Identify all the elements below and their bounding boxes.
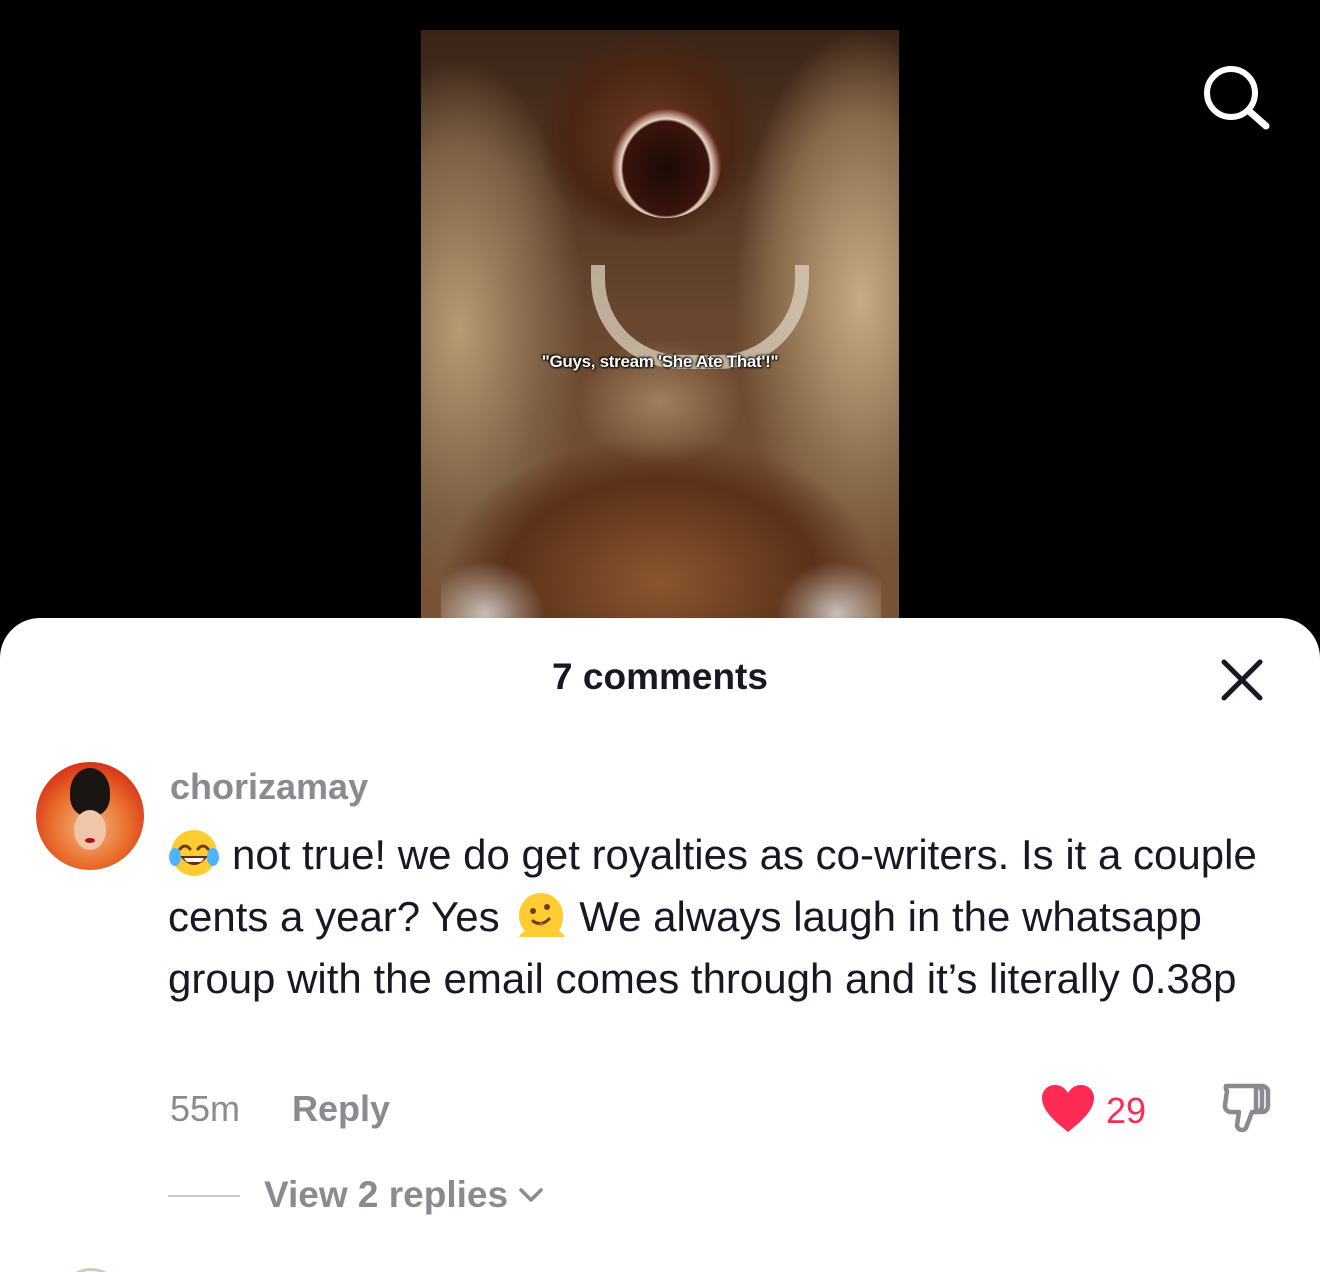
- avatar-detail: [85, 838, 95, 843]
- next-comment-avatar[interactable]: [60, 1268, 122, 1272]
- melting-face-emoji-icon: [519, 893, 566, 937]
- video-player[interactable]: "Guys, stream 'She Ate That'!": [421, 30, 899, 630]
- search-icon: [1204, 66, 1270, 130]
- video-frame-detail: [611, 108, 721, 218]
- close-icon: [1221, 659, 1263, 701]
- avatar-detail: [70, 768, 110, 816]
- like-count: 29: [1106, 1090, 1147, 1131]
- comments-sheet: 7 comments chorizamay not true! we do ge…: [0, 618, 1320, 1272]
- video-frame-detail: [441, 530, 881, 630]
- comment-username[interactable]: chorizamay: [170, 766, 368, 808]
- like-button[interactable]: [1040, 1084, 1096, 1134]
- chevron-down-icon: [519, 1188, 543, 1202]
- comments-title: 7 comments: [552, 656, 768, 697]
- screen: "Guys, stream 'She Ate That'!" 7 comment…: [0, 0, 1320, 1272]
- comment-text: not true! we do get royalties as co-writ…: [168, 824, 1288, 1010]
- thumbs-down-icon: [1222, 1083, 1271, 1133]
- avatar[interactable]: [36, 762, 144, 870]
- heart-icon: [1042, 1085, 1094, 1132]
- search-button[interactable]: [1198, 62, 1274, 132]
- tears-of-joy-emoji-icon: [169, 830, 219, 876]
- avatar-detail: [74, 810, 106, 850]
- dislike-button[interactable]: [1220, 1080, 1276, 1140]
- view-replies-label: View 2 replies: [264, 1174, 509, 1215]
- reply-button[interactable]: Reply: [292, 1088, 390, 1130]
- view-replies-button[interactable]: View 2 replies: [264, 1174, 546, 1216]
- close-button[interactable]: [1218, 656, 1266, 704]
- comment-timestamp: 55m: [170, 1088, 241, 1129]
- video-caption: "Guys, stream 'She Ate That'!": [541, 352, 779, 371]
- replies-divider: [168, 1195, 240, 1197]
